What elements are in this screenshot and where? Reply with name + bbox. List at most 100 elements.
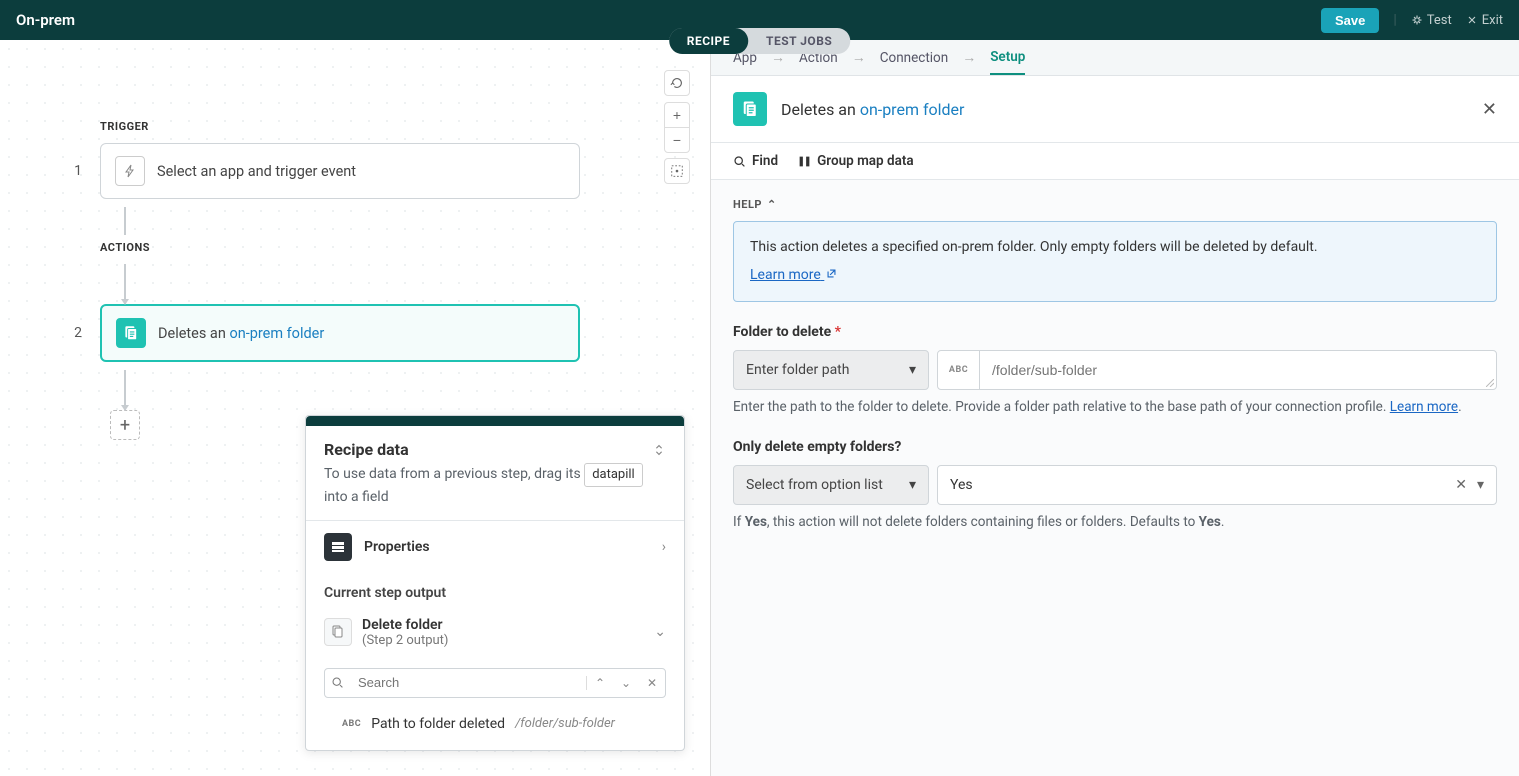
field-only-delete-empty: Only delete empty folders? Select from o… bbox=[733, 439, 1497, 532]
only-empty-select[interactable]: Yes ✕ ▾ bbox=[937, 465, 1497, 505]
type-tag: ABC bbox=[342, 719, 361, 729]
properties-icon bbox=[324, 533, 352, 561]
actions-section-label: ACTIONS bbox=[100, 241, 580, 254]
panel-header: Deletes an on-prem folder ✕ bbox=[711, 76, 1519, 143]
columns-icon bbox=[798, 155, 811, 168]
external-link-icon bbox=[826, 264, 837, 286]
step-2-row: 2 Deletes an on-prem folder bbox=[70, 304, 580, 362]
canvas-controls: + − bbox=[664, 70, 690, 184]
field-folder-to-delete: Folder to delete * Enter folder path ▾ A… bbox=[733, 324, 1497, 417]
arrow-icon: → bbox=[962, 49, 976, 66]
datapill-path-deleted[interactable]: ABC Path to folder deleted /folder/sub-f… bbox=[306, 708, 684, 750]
chevron-down-icon: ▾ bbox=[909, 362, 916, 378]
type-tag: ABC bbox=[938, 351, 980, 389]
files-icon bbox=[740, 99, 760, 119]
fit-button[interactable] bbox=[664, 158, 690, 184]
search-next[interactable]: ⌄ bbox=[613, 676, 639, 690]
chevron-down-icon: ▾ bbox=[909, 477, 916, 493]
files-icon bbox=[324, 618, 352, 646]
datapill-chip: datapill bbox=[584, 463, 643, 487]
properties-section[interactable]: Properties › bbox=[306, 520, 684, 573]
panel-toolbar: Find Group map data bbox=[711, 143, 1519, 180]
required-indicator: * bbox=[835, 324, 841, 340]
tab-connection[interactable]: Connection bbox=[880, 40, 948, 75]
current-output-label: Current step output bbox=[324, 585, 666, 601]
output-delete-folder[interactable]: Delete folder (Step 2 output) ⌄ bbox=[324, 611, 666, 654]
search-icon bbox=[325, 676, 350, 689]
step-number: 2 bbox=[70, 325, 82, 341]
search-icon bbox=[733, 155, 746, 168]
folder-path-input-wrap: ABC bbox=[937, 350, 1497, 390]
popover-header: Recipe data To use data from a previous … bbox=[306, 426, 684, 520]
search-input[interactable] bbox=[350, 675, 586, 690]
panel-title: Deletes an on-prem folder bbox=[781, 100, 1468, 119]
chevron-down-icon: ⌄ bbox=[654, 624, 666, 640]
onprem-files-icon bbox=[733, 92, 767, 126]
onprem-files-icon bbox=[116, 318, 146, 348]
popover-title: Recipe data bbox=[324, 440, 409, 459]
files-icon bbox=[122, 324, 140, 342]
collapse-icon[interactable] bbox=[652, 443, 666, 457]
popover-description: To use data from a previous step, drag i… bbox=[324, 463, 666, 508]
main-layout: + − TRIGGER 1 Select an app and trigger … bbox=[0, 40, 1519, 776]
trigger-placeholder-icon bbox=[115, 156, 145, 186]
zoom-in-button[interactable]: + bbox=[664, 102, 690, 128]
input-mode-select[interactable]: Select from option list ▾ bbox=[733, 465, 929, 505]
search-clear[interactable]: ✕ bbox=[639, 676, 665, 690]
chevron-right-icon: › bbox=[662, 539, 666, 555]
top-header: On-prem Save | Test Exit RECIPE TEST JOB… bbox=[0, 0, 1519, 40]
close-panel-button[interactable]: ✕ bbox=[1482, 99, 1497, 120]
datapill-search: ⌃ ⌄ ✕ bbox=[324, 668, 666, 698]
connector bbox=[124, 207, 126, 235]
search-prev[interactable]: ⌃ bbox=[587, 676, 613, 690]
recipe-canvas[interactable]: + − TRIGGER 1 Select an app and trigger … bbox=[0, 40, 711, 776]
fit-icon bbox=[670, 164, 684, 178]
undo-button[interactable] bbox=[664, 70, 690, 96]
mode-tab-pill: RECIPE TEST JOBS bbox=[669, 28, 851, 54]
action-node-delete-folder[interactable]: Deletes an on-prem folder bbox=[100, 304, 580, 362]
trigger-node[interactable]: Select an app and trigger event bbox=[100, 143, 580, 199]
field-label: Only delete empty folders? bbox=[733, 439, 1497, 455]
chevron-down-icon[interactable]: ▾ bbox=[1477, 477, 1484, 493]
tab-setup[interactable]: Setup bbox=[990, 40, 1025, 75]
chevron-up-icon: ⌃ bbox=[767, 198, 777, 211]
help-toggle[interactable]: HELP ⌃ bbox=[733, 198, 1497, 211]
flow-container: TRIGGER 1 Select an app and trigger even… bbox=[70, 120, 580, 440]
panel-body: HELP ⌃ This action deletes a specified o… bbox=[711, 180, 1519, 776]
page-title: On-prem bbox=[16, 11, 75, 29]
field-hint: If Yes, this action will not delete fold… bbox=[733, 513, 1497, 532]
field-hint: Enter the path to the folder to delete. … bbox=[733, 398, 1497, 417]
recipe-data-popover: Recipe data To use data from a previous … bbox=[305, 415, 685, 751]
field-label: Folder to delete * bbox=[733, 324, 1497, 340]
step-1-row: 1 Select an app and trigger event bbox=[70, 143, 580, 199]
divider: | bbox=[1393, 12, 1396, 28]
current-output-section: Current step output Delete folder (Step … bbox=[306, 573, 684, 662]
arrow-icon: → bbox=[852, 49, 866, 66]
input-mode-select[interactable]: Enter folder path ▾ bbox=[733, 350, 929, 390]
close-icon bbox=[1466, 14, 1478, 26]
clear-value-button[interactable]: ✕ bbox=[1455, 477, 1467, 493]
resize-handle-icon[interactable] bbox=[1486, 379, 1494, 387]
search-nav: ⌃ ⌄ ✕ bbox=[586, 676, 665, 690]
tab-recipe[interactable]: RECIPE bbox=[669, 28, 748, 54]
trigger-node-text: Select an app and trigger event bbox=[157, 163, 356, 180]
zoom-out-button[interactable]: − bbox=[664, 127, 690, 153]
tab-test-jobs[interactable]: TEST JOBS bbox=[748, 28, 850, 54]
folder-path-input[interactable] bbox=[980, 351, 1496, 389]
connector-arrow bbox=[124, 264, 126, 304]
learn-more-link[interactable]: Learn more bbox=[1390, 399, 1458, 415]
lightning-icon bbox=[122, 163, 138, 179]
exit-button[interactable]: Exit bbox=[1466, 13, 1503, 28]
undo-icon bbox=[670, 76, 684, 90]
help-box: This action deletes a specified on-prem … bbox=[733, 221, 1497, 302]
find-button[interactable]: Find bbox=[733, 153, 778, 169]
test-button[interactable]: Test bbox=[1411, 13, 1452, 28]
group-map-button[interactable]: Group map data bbox=[798, 153, 914, 169]
save-button[interactable]: Save bbox=[1321, 8, 1379, 33]
step-number: 1 bbox=[70, 163, 82, 179]
add-step-button[interactable]: + bbox=[110, 410, 140, 440]
connector-arrow bbox=[124, 370, 126, 410]
gear-icon bbox=[1411, 14, 1423, 26]
trigger-section-label: TRIGGER bbox=[100, 120, 580, 133]
learn-more-link[interactable]: Learn more bbox=[750, 267, 837, 283]
